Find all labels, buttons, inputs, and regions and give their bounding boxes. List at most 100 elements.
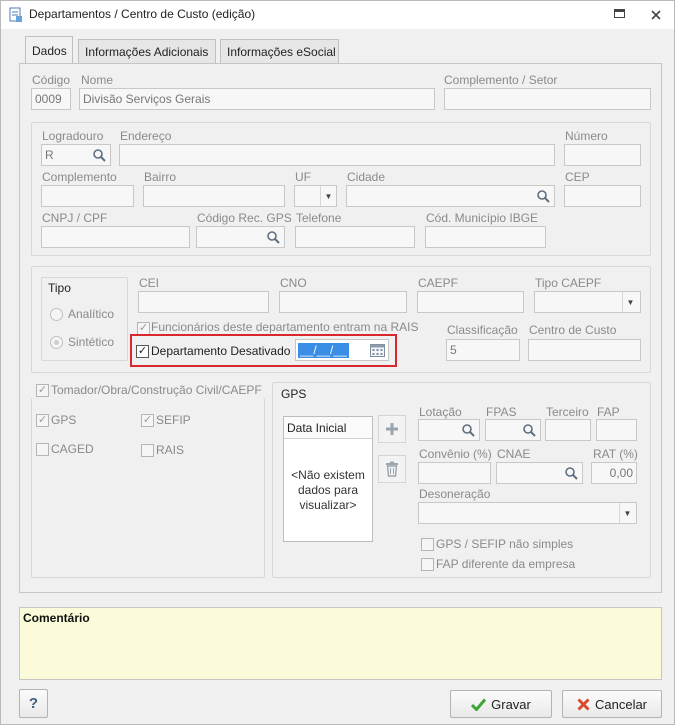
cep-label: CEP: [565, 170, 590, 184]
lotacao-label: Lotação: [419, 405, 462, 419]
codigo-label: Código: [32, 73, 71, 87]
bairro-label: Bairro: [144, 170, 177, 184]
logradouro-search-icon[interactable]: [88, 145, 110, 165]
cod-rec-gps-label: Código Rec. GPS: [197, 211, 292, 225]
cnae-label: CNAE: [497, 447, 531, 461]
analitico-radio[interactable]: [50, 308, 63, 321]
terceiro-field[interactable]: [545, 419, 591, 441]
centro-custo-field[interactable]: [528, 339, 641, 361]
complemento-setor-field[interactable]: [444, 88, 651, 110]
terceiro-label: Terceiro: [546, 405, 589, 419]
title-bar: Departamentos / Centro de Custo (edição): [1, 1, 674, 29]
cod-rec-gps-search-icon[interactable]: [262, 227, 284, 247]
caepf-label: CAEPF: [418, 276, 459, 290]
gps-sefip-checkbox[interactable]: [421, 538, 434, 551]
tipo-title: Tipo: [48, 281, 71, 295]
tab-informacoes-adicionais[interactable]: Informações Adicionais: [78, 39, 216, 63]
desoneracao-chevron-down-icon[interactable]: ▼: [619, 503, 635, 523]
caged-checkbox[interactable]: [36, 443, 49, 456]
desativado-label: Departamento Desativado: [151, 344, 291, 358]
gravar-label: Gravar: [491, 696, 531, 712]
desativado-date-input[interactable]: __/__/__: [295, 339, 389, 361]
tab-dados[interactable]: Dados: [25, 36, 73, 64]
codigo-field[interactable]: 0009: [31, 88, 71, 110]
desoneracao-select[interactable]: [418, 502, 637, 524]
complemento-setor-label: Complemento / Setor: [444, 73, 558, 87]
tomador-label: Tomador/Obra/Construção Civil/CAEPF: [51, 383, 262, 397]
complemento-field[interactable]: [41, 185, 134, 207]
cidade-search-icon[interactable]: [532, 186, 554, 206]
cidade-label: Cidade: [347, 170, 386, 184]
tomador-checkbox[interactable]: ✓: [36, 384, 49, 397]
lotacao-search-icon[interactable]: [457, 420, 479, 440]
sintetico-label: Sintético: [68, 335, 115, 349]
rat-label: RAT (%): [593, 447, 638, 461]
telefone-field[interactable]: [295, 226, 415, 248]
cno-field[interactable]: [279, 291, 407, 313]
sefip-label: SEFIP: [156, 413, 191, 427]
delete-button[interactable]: [378, 455, 406, 483]
add-button[interactable]: [378, 415, 406, 443]
endereco-field[interactable]: [119, 144, 555, 166]
cei-label: CEI: [139, 276, 160, 290]
fap-field[interactable]: [596, 419, 637, 441]
help-button[interactable]: ?: [19, 689, 48, 718]
rais-label: RAIS: [156, 443, 185, 457]
funcionarios-rais-label: Funcionários deste departamento entram n…: [151, 320, 419, 334]
app-icon: [9, 7, 23, 23]
gps-sefip-label: GPS / SEFIP não simples: [436, 537, 574, 551]
nome-field[interactable]: Divisão Serviços Gerais: [79, 88, 435, 110]
fpas-label: FPAS: [486, 405, 517, 419]
tab-informacoes-esocial[interactable]: Informações eSocial: [220, 39, 339, 63]
tipo-caepf-chevron-down-icon[interactable]: ▼: [622, 292, 638, 312]
cep-field[interactable]: [564, 185, 641, 207]
cod-municipio-label: Cód. Município IBGE: [426, 211, 539, 225]
sefip-checkbox[interactable]: ✓: [141, 414, 154, 427]
close-icon[interactable]: [649, 8, 663, 22]
rat-field[interactable]: 0,00: [591, 462, 637, 484]
telefone-label: Telefone: [296, 211, 342, 225]
desativado-date-value: __/__/__: [298, 343, 349, 358]
fap-diferente-checkbox[interactable]: [421, 558, 434, 571]
uf-label: UF: [295, 170, 311, 184]
gps-checkbox[interactable]: ✓: [36, 414, 49, 427]
cnpj-field[interactable]: [41, 226, 190, 248]
check-icon: [471, 698, 487, 711]
restore-icon[interactable]: [613, 8, 627, 20]
analitico-label: Analítico: [68, 307, 115, 321]
rais-checkbox[interactable]: [141, 444, 154, 457]
cei-field[interactable]: [138, 291, 269, 313]
desativado-checkbox[interactable]: ✓: [136, 345, 149, 358]
fap-diferente-label: FAP diferente da empresa: [436, 557, 576, 571]
numero-label: Número: [565, 129, 608, 143]
bairro-field[interactable]: [143, 185, 285, 207]
uf-chevron-down-icon[interactable]: ▼: [320, 186, 336, 206]
cnae-search-icon[interactable]: [560, 463, 582, 483]
gps-list-header[interactable]: Data Inicial: [284, 417, 372, 439]
logradouro-label: Logradouro: [42, 129, 104, 143]
comentario-box[interactable]: Comentário: [19, 607, 662, 680]
cidade-field[interactable]: [346, 185, 555, 207]
cod-municipio-field[interactable]: [425, 226, 546, 248]
classificacao-field[interactable]: 5: [446, 339, 520, 361]
caepf-field[interactable]: [417, 291, 524, 313]
gps-list[interactable]: Data Inicial <Não existem dados para vis…: [283, 416, 373, 542]
sintetico-radio[interactable]: [50, 336, 63, 349]
cnpj-label: CNPJ / CPF: [42, 211, 108, 225]
calendar-icon[interactable]: [370, 343, 385, 357]
cancelar-button[interactable]: Cancelar: [562, 690, 662, 718]
endereco-label: Endereço: [120, 129, 172, 143]
window-title: Departamentos / Centro de Custo (edição): [29, 7, 256, 21]
fpas-search-icon[interactable]: [518, 420, 540, 440]
cancel-x-icon: [577, 697, 590, 711]
fap-label: FAP: [597, 405, 620, 419]
convenio-field[interactable]: [418, 462, 491, 484]
numero-field[interactable]: [564, 144, 641, 166]
gravar-button[interactable]: Gravar: [450, 690, 552, 718]
cno-label: CNO: [280, 276, 307, 290]
nome-label: Nome: [81, 73, 114, 87]
convenio-label: Convênio (%): [419, 447, 492, 461]
dialog-window: Departamentos / Centro de Custo (edição)…: [0, 0, 675, 725]
gps-flag-label: GPS: [51, 413, 77, 427]
trash-icon: [386, 461, 398, 477]
